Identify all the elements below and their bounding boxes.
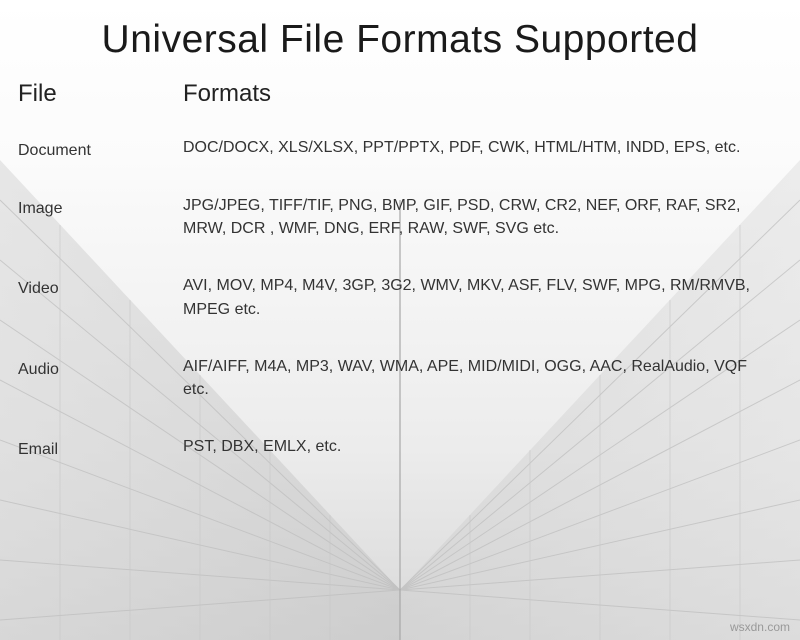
watermark-text: wsxdn.com (730, 620, 790, 634)
row-category: Document (18, 136, 183, 194)
row-formats: AIF/AIFF, M4A, MP3, WAV, WMA, APE, MID/M… (183, 355, 782, 435)
row-category: Audio (18, 355, 183, 435)
page-title: Universal File Formats Supported (18, 18, 782, 62)
row-category: Image (18, 194, 183, 274)
formats-table: File Formats Document DOC/DOCX, XLS/XLSX… (18, 80, 782, 493)
row-formats: DOC/DOCX, XLS/XLSX, PPT/PPTX, PDF, CWK, … (183, 136, 782, 194)
row-formats: JPG/JPEG, TIFF/TIF, PNG, BMP, GIF, PSD, … (183, 194, 782, 274)
header-formats: Formats (183, 80, 782, 136)
row-category: Video (18, 274, 183, 354)
row-formats: AVI, MOV, MP4, M4V, 3GP, 3G2, WMV, MKV, … (183, 274, 782, 354)
row-category: Email (18, 435, 183, 493)
content-panel: Universal File Formats Supported File Fo… (0, 0, 800, 493)
row-formats: PST, DBX, EMLX, etc. (183, 435, 782, 493)
header-file: File (18, 80, 183, 136)
